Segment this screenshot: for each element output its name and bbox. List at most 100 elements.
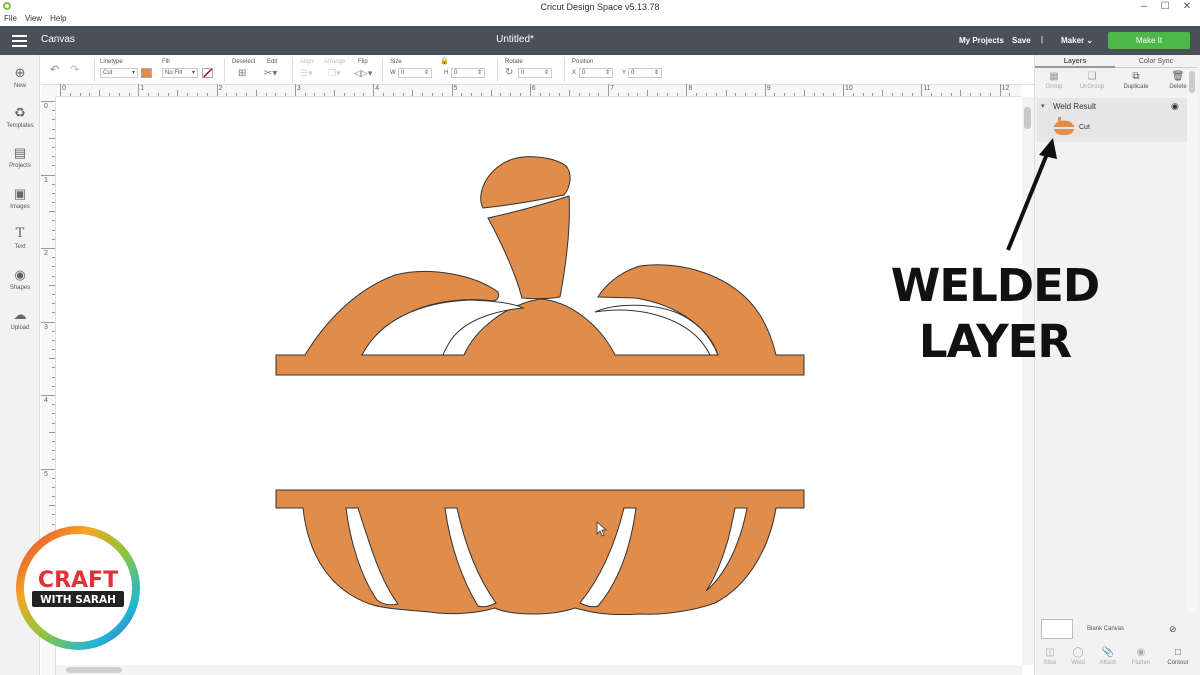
tab-layers[interactable]: Layers: [1035, 55, 1115, 68]
nav-upload[interactable]: ☁ Upload: [0, 307, 40, 331]
ruler-tick-label: 1: [44, 176, 48, 184]
design-canvas[interactable]: [56, 97, 1022, 665]
menu-view[interactable]: View: [25, 14, 42, 23]
edit-label: Edit: [267, 59, 278, 65]
arrange-icon[interactable]: ❐▾: [328, 68, 341, 79]
ruler-tick-label: 0: [44, 103, 48, 110]
deselect-icon[interactable]: ⊞: [238, 68, 246, 79]
shapes-icon: ◉: [14, 267, 26, 282]
scroll-thumb[interactable]: [66, 667, 122, 673]
position-x-value: 0: [582, 70, 586, 76]
stepper-icon: ⇕: [476, 70, 482, 76]
ruler-corner: [42, 85, 56, 97]
make-it-button[interactable]: Make It: [1108, 32, 1190, 49]
scroll-thumb[interactable]: [1189, 71, 1195, 93]
image-icon: ▣: [13, 186, 27, 201]
duplicate-button[interactable]: ⧉ Duplicate: [1119, 71, 1153, 90]
panel-scrollbar[interactable]: [1187, 71, 1197, 611]
undo-icon[interactable]: ↶: [50, 63, 59, 76]
arrange-label: Arrange: [324, 59, 346, 65]
nav-projects[interactable]: ▤ Projects: [0, 145, 40, 169]
ungroup-button[interactable]: ❏ UnGroup: [1075, 71, 1109, 90]
flip-icon[interactable]: ◁▷▾: [354, 68, 372, 79]
annotation-line-1: WELDED: [890, 259, 1101, 312]
nav-text[interactable]: T Text: [0, 226, 40, 250]
minimize-button[interactable]: –: [1134, 1, 1154, 13]
scissors-icon[interactable]: ✂▾: [264, 68, 277, 79]
contour-button[interactable]: □ Contour: [1163, 647, 1193, 666]
menu-file[interactable]: File: [4, 14, 17, 23]
weld-button[interactable]: ◯ Weld: [1063, 647, 1093, 666]
slice-label: Slice: [1043, 660, 1057, 666]
position-x-input[interactable]: 0 ⇕: [579, 68, 613, 78]
nav-new-label: New: [13, 83, 26, 89]
paperclip-icon: 📎: [1101, 647, 1115, 658]
text-icon: T: [15, 226, 25, 241]
position-y-input[interactable]: 0 ⇕: [628, 68, 662, 78]
scroll-thumb[interactable]: [1024, 107, 1031, 129]
slice-button[interactable]: ◫ Slice: [1035, 647, 1065, 666]
height-value: 0: [454, 70, 458, 76]
width-value: 0: [401, 70, 405, 76]
stepper-icon: ⇕: [423, 70, 429, 76]
weld-icon: ◯: [1072, 647, 1084, 658]
linetype-color-swatch[interactable]: [141, 68, 152, 78]
width-input[interactable]: 0 ⇕: [398, 68, 432, 78]
chevron-down-icon: ⌄: [1086, 36, 1094, 45]
menu-help[interactable]: Help: [50, 14, 66, 23]
linetype-label: Linetype: [100, 59, 123, 65]
lock-icon[interactable]: 🔒: [440, 57, 449, 65]
tab-color-sync[interactable]: Color Sync: [1115, 55, 1197, 68]
cloud-upload-icon: ☁: [13, 307, 27, 322]
blank-canvas-swatch[interactable]: [1041, 619, 1073, 639]
layer-group-name: Weld Result: [1053, 102, 1096, 111]
canvas-horizontal-scrollbar[interactable]: [56, 665, 1022, 675]
group-button[interactable]: ▦ Group: [1037, 71, 1071, 90]
nav-images[interactable]: ▣ Images: [0, 186, 40, 210]
pumpkin-stem-neck[interactable]: [487, 195, 570, 300]
fill-select[interactable]: No Fill ▾: [162, 68, 198, 78]
flatten-button[interactable]: ◉ Flatten: [1126, 647, 1156, 666]
align-icon[interactable]: ☰▾: [300, 68, 313, 79]
eye-icon[interactable]: ◉: [1171, 101, 1179, 112]
group-label: Group: [1045, 84, 1063, 90]
no-fill-swatch[interactable]: [202, 68, 213, 78]
ruler-tick-label: 3: [44, 323, 48, 331]
width-label: W: [390, 70, 396, 76]
machine-select[interactable]: Maker ⌄: [1061, 36, 1093, 45]
stepper-icon: ⇕: [653, 70, 659, 76]
nav-text-label: Text: [14, 244, 26, 250]
ruler-tick-label: 0: [62, 85, 66, 92]
my-projects-link[interactable]: My Projects: [959, 36, 1004, 45]
chevron-down-icon[interactable]: ▾: [1041, 102, 1045, 110]
ungroup-label: UnGroup: [1079, 84, 1105, 90]
shirt-icon: ♻: [14, 105, 26, 120]
nav-new[interactable]: ⊕ New: [0, 65, 40, 89]
redo-icon[interactable]: ↷: [70, 63, 79, 76]
annotation-welded-layer: WELDED LAYER: [870, 258, 1120, 370]
nav-templates[interactable]: ♻ Templates: [0, 105, 40, 129]
craft-with-sarah-logo: CRAFT WITH SARAH: [16, 526, 140, 650]
close-button[interactable]: ✕: [1177, 1, 1197, 13]
align-label: Align: [300, 59, 314, 65]
rotate-input[interactable]: 0 ⇕: [518, 68, 552, 78]
nav-shapes-label: Shapes: [9, 285, 31, 291]
height-input[interactable]: 0 ⇕: [451, 68, 485, 78]
blank-canvas-label: Blank Canvas: [1087, 626, 1125, 632]
maximize-button[interactable]: ☐: [1155, 1, 1175, 13]
nav-shapes[interactable]: ◉ Shapes: [0, 267, 40, 291]
projects-icon: ▤: [13, 145, 27, 160]
nav-images-label: Images: [10, 204, 30, 210]
save-button[interactable]: Save: [1012, 36, 1031, 45]
layer-item-name: Cut: [1079, 124, 1090, 131]
logo-word-with-sarah: WITH SARAH: [40, 594, 116, 606]
linetype-select[interactable]: Cut ▾: [100, 68, 138, 78]
plus-circle-icon: ⊕: [14, 65, 26, 80]
attach-button[interactable]: 📎 Attach: [1093, 647, 1123, 666]
header-separator: |: [1041, 35, 1044, 44]
layer-thumbnail-icon: [1054, 117, 1074, 135]
logo-word-craft: CRAFT: [38, 568, 118, 593]
position-y-label: Y: [622, 70, 627, 76]
eye-hidden-icon[interactable]: ⊘: [1169, 624, 1177, 635]
attach-label: Attach: [1099, 660, 1117, 666]
